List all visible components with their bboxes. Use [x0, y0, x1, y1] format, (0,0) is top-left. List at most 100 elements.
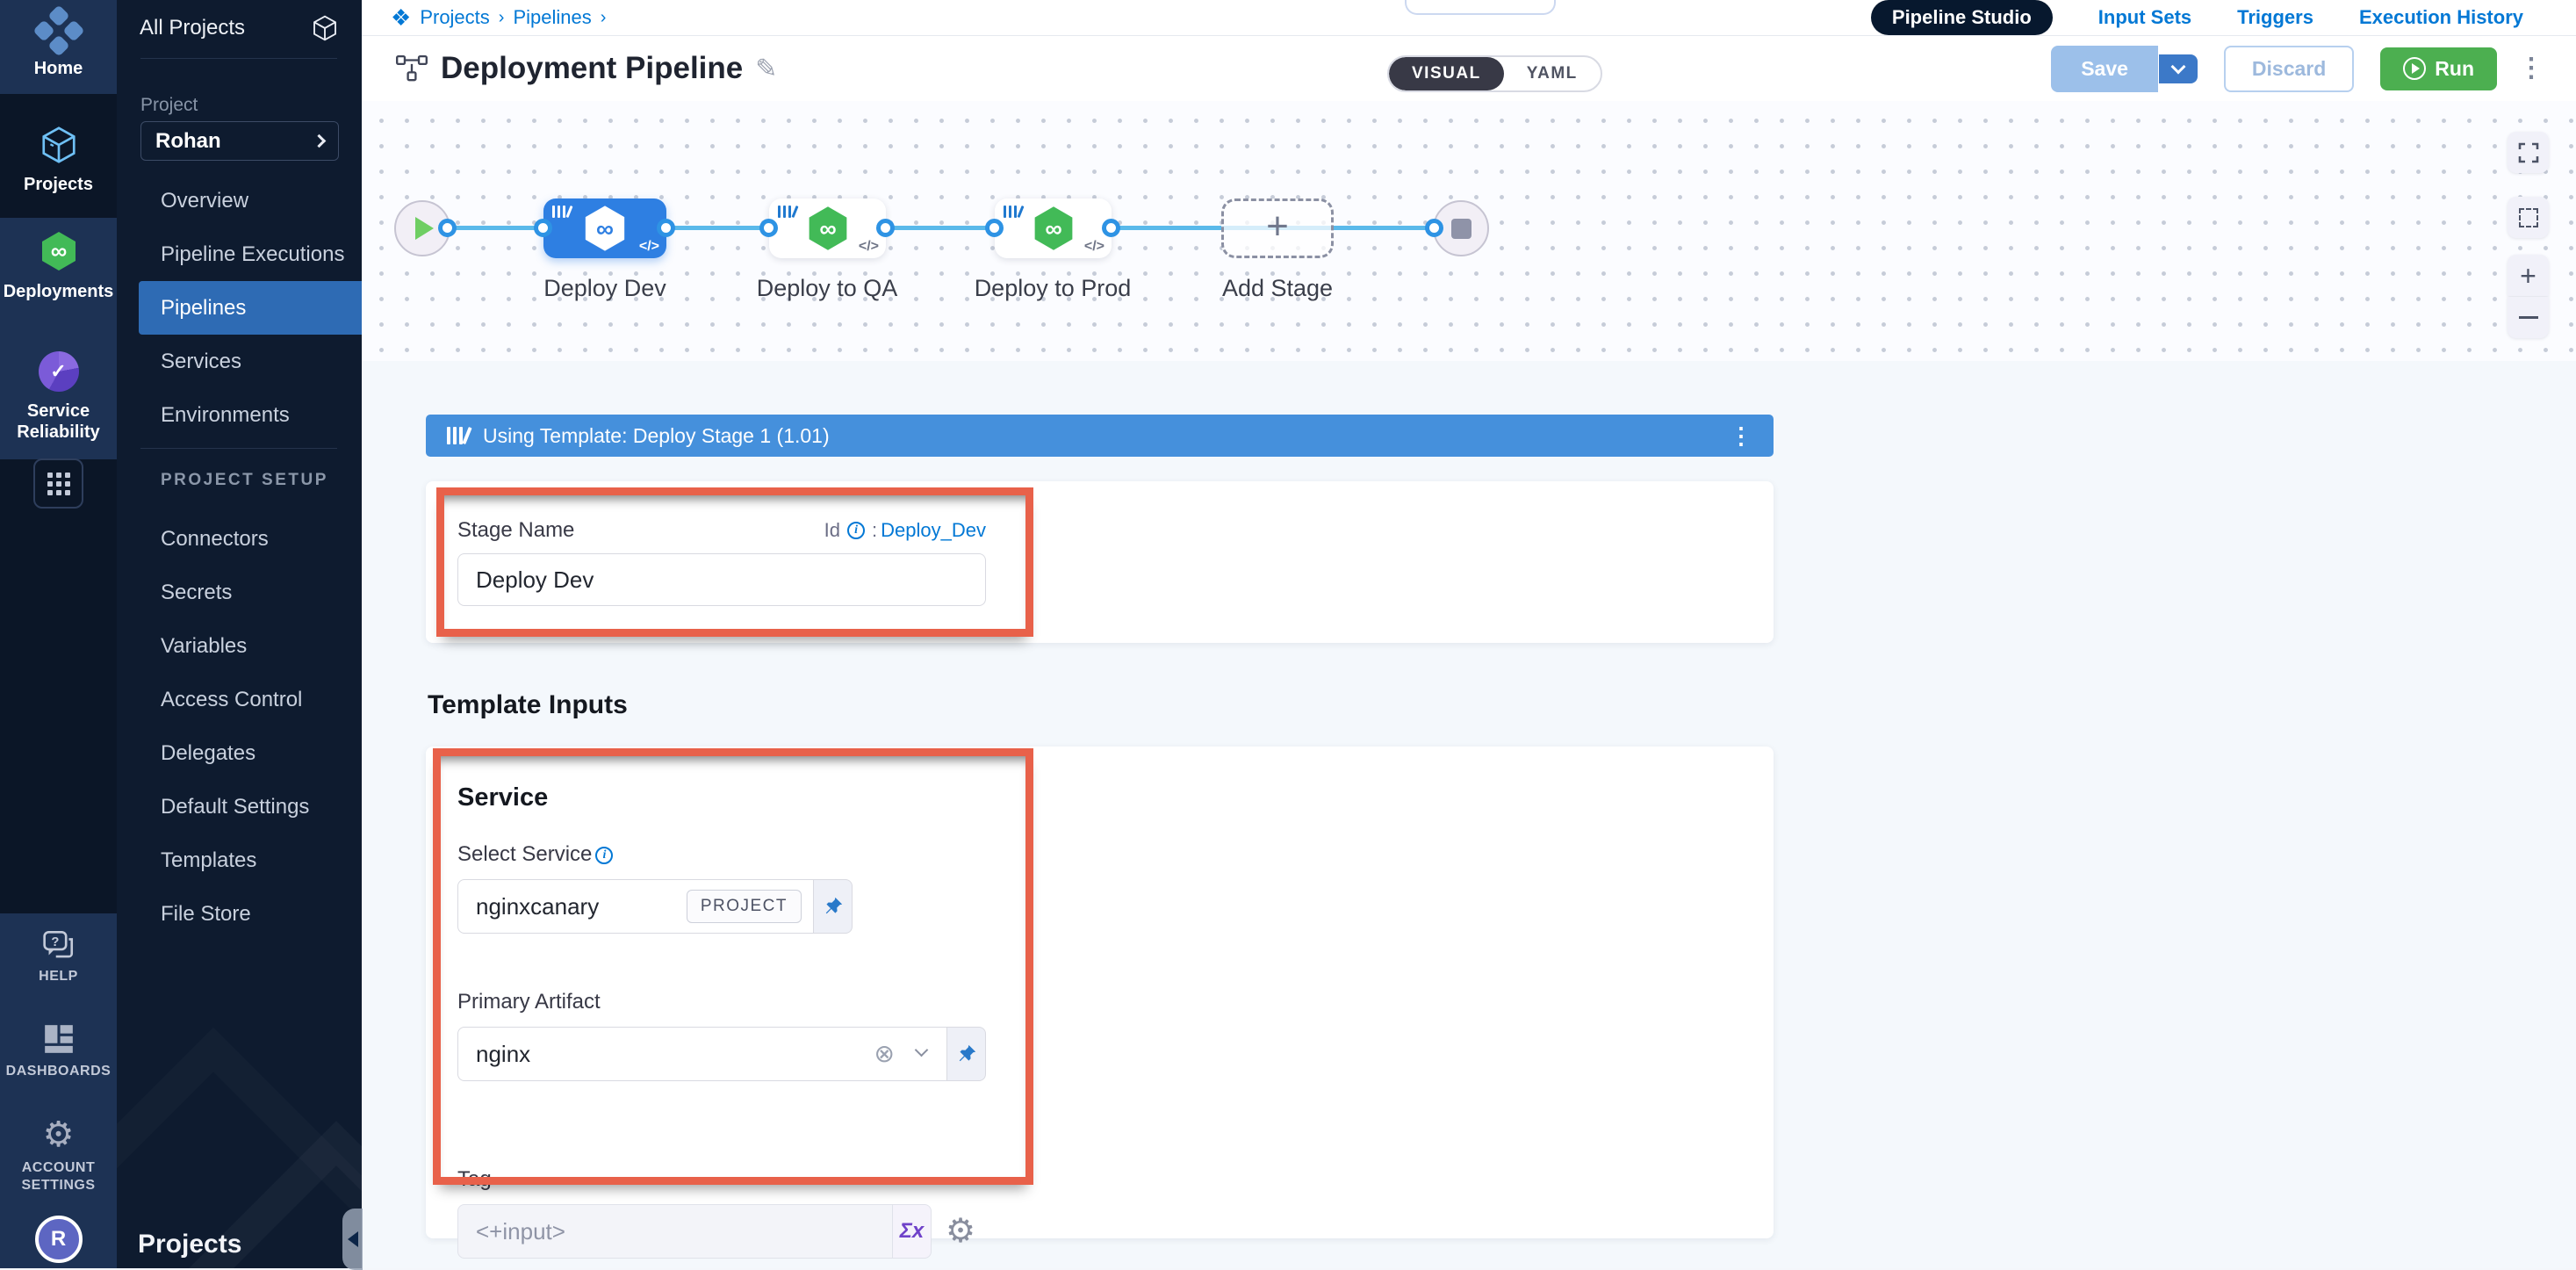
info-icon[interactable]: i: [595, 847, 613, 864]
stage-port[interactable]: [759, 219, 778, 237]
sidebar-item-pipelines[interactable]: Pipelines: [139, 281, 362, 335]
tab-triggers[interactable]: Triggers: [2237, 6, 2313, 29]
stage-id-value[interactable]: Deploy_Dev: [881, 519, 986, 542]
template-bars-icon: [447, 427, 469, 444]
stage-port[interactable]: [534, 219, 552, 237]
stage-id-separator: :: [872, 519, 877, 542]
code-icon[interactable]: </>: [639, 239, 659, 255]
nav-deployments[interactable]: ∞ Deployments: [0, 230, 117, 302]
stage-label: Add Stage: [1172, 275, 1383, 302]
sidebar-item-services[interactable]: Services: [117, 335, 362, 388]
all-projects-cube-icon: [311, 14, 339, 42]
module-selector-button[interactable]: [33, 458, 83, 509]
nav-home[interactable]: Home: [0, 12, 117, 79]
run-button[interactable]: Run: [2380, 47, 2497, 90]
sidebar-item-pipeline-executions[interactable]: Pipeline Executions: [117, 227, 362, 281]
nav-service-reliability[interactable]: ✓ Service Reliability: [0, 351, 117, 443]
nav-account-settings[interactable]: ⚙ ACCOUNT SETTINGS: [0, 1117, 117, 1194]
sidebar-item-secrets[interactable]: Secrets: [117, 566, 362, 619]
stage-port[interactable]: [985, 219, 1004, 237]
sidebar-item-templates[interactable]: Templates: [117, 833, 362, 887]
stage-port[interactable]: [657, 219, 675, 237]
toggle-visual[interactable]: VISUAL: [1389, 57, 1504, 90]
fit-to-screen-button[interactable]: [2508, 132, 2549, 173]
nav-help[interactable]: ? HELP: [0, 929, 117, 985]
service-card: Service Select Servicei PROJECT Pr: [426, 747, 1774, 1238]
toggle-yaml[interactable]: YAML: [1504, 57, 1601, 90]
start-node-port[interactable]: [438, 219, 457, 237]
stage-node-deploy-to-prod[interactable]: ∞ </>: [995, 198, 1112, 258]
using-template-banner[interactable]: Using Template: Deploy Stage 1 (1.01) ⋮: [426, 415, 1774, 457]
clear-icon[interactable]: ⊗: [874, 1042, 895, 1066]
deployments-hexagon-icon: ∞: [38, 230, 80, 272]
breadcrumb-projects[interactable]: Projects: [420, 6, 489, 29]
sidebar-item-variables[interactable]: Variables: [117, 619, 362, 673]
code-icon[interactable]: </>: [859, 239, 879, 255]
sidebar-divider-setup: [140, 448, 337, 449]
all-projects-row[interactable]: All Projects: [117, 0, 362, 56]
edit-pencil-icon[interactable]: ✎: [755, 54, 777, 84]
pin-artifact-button[interactable]: [947, 1027, 986, 1081]
tab-execution-history[interactable]: Execution History: [2359, 6, 2523, 29]
stage-port[interactable]: [1102, 219, 1120, 237]
code-icon[interactable]: </>: [1084, 239, 1105, 255]
zoom-out-button[interactable]: [2508, 297, 2549, 338]
zoom-in-button[interactable]: +: [2508, 255, 2549, 296]
tab-pipeline-studio[interactable]: Pipeline Studio: [1871, 0, 2053, 35]
service-heading: Service: [457, 783, 1774, 812]
discard-button[interactable]: Discard: [2224, 46, 2354, 92]
stage-label: Deploy Dev: [500, 275, 710, 302]
tag-input[interactable]: [457, 1204, 893, 1259]
nav-dashboards[interactable]: DASHBOARDS: [0, 1022, 117, 1080]
multi-select-button[interactable]: [2508, 197, 2549, 238]
save-button[interactable]: Save: [2051, 46, 2159, 92]
select-service-group: PROJECT: [457, 879, 853, 934]
expression-button[interactable]: Σx: [893, 1204, 932, 1259]
sidebar-collapse-button[interactable]: [342, 1209, 363, 1270]
project-sidebar: All Projects Project Rohan Overview Pipe…: [117, 0, 362, 1268]
avatar: R: [35, 1216, 83, 1263]
collapse-arrow-icon: [348, 1231, 358, 1247]
primary-artifact-label: Primary Artifact: [457, 990, 1774, 1014]
chevron-down-icon: [2170, 59, 2185, 74]
nav-user-avatar[interactable]: R: [0, 1216, 117, 1263]
sidebar-item-delegates[interactable]: Delegates: [117, 726, 362, 780]
sidebar-bottom-heading: Projects: [138, 1230, 241, 1259]
info-icon[interactable]: i: [847, 522, 865, 539]
save-dropdown-button[interactable]: [2159, 54, 2198, 83]
tag-settings-gear-icon[interactable]: ⚙: [946, 1215, 975, 1248]
sidebar-item-overview[interactable]: Overview: [117, 174, 362, 227]
visual-yaml-toggle[interactable]: VISUAL YAML: [1387, 55, 1602, 92]
sidebar-item-connectors[interactable]: Connectors: [117, 512, 362, 566]
nav-account-settings-label: ACCOUNT SETTINGS: [11, 1159, 107, 1194]
page-title: Deployment Pipeline: [441, 51, 743, 86]
stage-node-deploy-dev[interactable]: ∞ </>: [543, 198, 666, 258]
end-node-port[interactable]: [1425, 219, 1443, 237]
project-selector[interactable]: Rohan: [140, 121, 339, 161]
header-kebab-menu[interactable]: ⋮: [2518, 55, 2544, 82]
sidebar-item-default-settings[interactable]: Default Settings: [117, 780, 362, 833]
zoom-in-icon: +: [2520, 262, 2536, 290]
header-title-row: Deployment Pipeline ✎ VISUAL YAML Save D…: [362, 36, 2576, 101]
sidebar-item-access-control[interactable]: Access Control: [117, 673, 362, 726]
sidebar-item-file-store[interactable]: File Store: [117, 887, 362, 941]
stop-square-icon: [1451, 219, 1471, 239]
banner-kebab-menu[interactable]: ⋮: [1730, 424, 1752, 447]
template-badge-icon: [552, 206, 571, 218]
stage-port[interactable]: [876, 219, 895, 237]
page-header: ❖ Projects › Pipelines › Pipeline Studio…: [362, 0, 2576, 101]
sidebar-item-environments[interactable]: Environments: [117, 388, 362, 442]
pin-service-button[interactable]: [814, 879, 853, 934]
nav-dashboards-label: DASHBOARDS: [6, 1063, 112, 1080]
tab-input-sets[interactable]: Input Sets: [2098, 6, 2191, 29]
zoom-out-icon: [2519, 316, 2538, 320]
stage-name-input[interactable]: [457, 553, 986, 606]
svg-text:∞: ∞: [596, 215, 614, 242]
nav-projects[interactable]: Projects: [0, 125, 117, 195]
svg-text:∞: ∞: [1045, 215, 1061, 242]
add-stage-button[interactable]: +: [1221, 198, 1334, 258]
header-actions: Save Discard Run ⋮: [2051, 46, 2544, 92]
pipeline-canvas[interactable]: ∞ </> ∞ </> ∞ </>: [362, 101, 2576, 361]
breadcrumb-pipelines[interactable]: Pipelines: [513, 6, 591, 29]
stage-node-deploy-to-qa[interactable]: ∞ </>: [769, 198, 886, 258]
